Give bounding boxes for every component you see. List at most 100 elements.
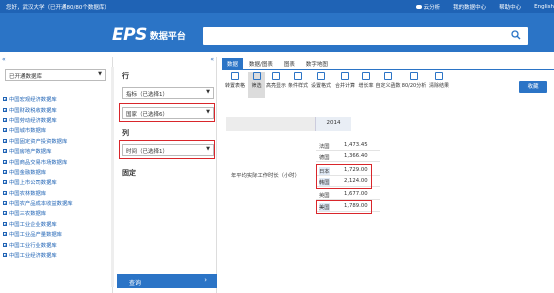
chevron-down-icon: ▼ <box>98 71 102 77</box>
english-link[interactable]: English <box>534 3 554 11</box>
expand-plus-icon[interactable]: + <box>3 117 7 122</box>
toolbar-merge-calc-button[interactable]: 合并计算 <box>333 72 357 98</box>
value-cell: 1,677.00 <box>344 191 368 197</box>
fixed-section-title: 固定 <box>122 169 136 177</box>
expand-plus-icon[interactable]: + <box>3 180 7 185</box>
tab-chart[interactable]: 图表 <box>279 58 300 69</box>
toolbar-conditional-style-button[interactable]: 条件样式 <box>287 72 309 98</box>
database-item[interactable]: + 中国商品交易市场数据库 <box>3 156 108 166</box>
country-cell: 德国 <box>319 155 330 161</box>
database-item[interactable]: + 中国工业企业数据库 <box>3 219 108 229</box>
expand-plus-icon[interactable]: + <box>3 190 7 195</box>
expand-plus-icon[interactable]: + <box>3 242 7 247</box>
toolbar-set-format-button[interactable]: 设置格式 <box>309 72 333 98</box>
expand-plus-icon[interactable]: + <box>3 138 7 143</box>
toolbar-clear-results-button[interactable]: 清除结果 <box>427 72 451 98</box>
database-item[interactable]: + 中国财政税收数据库 <box>3 104 108 114</box>
database-item[interactable]: + 中国农产品成本收益数据库 <box>3 198 108 208</box>
expand-plus-icon[interactable]: + <box>3 201 7 206</box>
help-center-link[interactable]: 帮助中心 <box>499 3 521 11</box>
expand-plus-icon[interactable]: + <box>3 107 7 112</box>
eps-logo[interactable]: EPS 数据平台 <box>112 25 186 45</box>
cloud-icon <box>415 5 422 9</box>
transpose-table-icon <box>231 72 239 80</box>
greeting-text: 您好，武汉大学（已开通80/80个数据库） <box>6 5 110 11</box>
database-item-label: 中国工业品产量数据库 <box>9 232 62 239</box>
query-button[interactable]: 查询 › <box>117 274 217 288</box>
expand-plus-icon[interactable]: + <box>3 97 7 102</box>
expand-plus-icon[interactable]: + <box>3 159 7 164</box>
my-data-center-link[interactable]: 我的数据中心 <box>453 3 486 11</box>
expand-plus-icon[interactable]: + <box>3 149 7 154</box>
expand-plus-icon[interactable]: + <box>3 211 7 216</box>
japan-korea-highlight <box>316 164 372 189</box>
database-item-label: 中国宏观经济数据库 <box>9 97 57 104</box>
collapse-panel-icon[interactable]: « <box>210 56 214 63</box>
database-item-label: 中国商品交易市场数据库 <box>9 159 68 166</box>
usa-highlight <box>316 200 372 214</box>
expand-plus-icon[interactable]: + <box>3 128 7 133</box>
database-item-label: 中国工业企业数据库 <box>9 221 57 228</box>
toolbar-label: 80/20分析 <box>401 83 427 89</box>
tab-digital-map[interactable]: 数字地图 <box>301 58 333 69</box>
collect-button[interactable]: 收藏 <box>519 81 547 93</box>
toolbar-label: 高亮显示 <box>265 83 286 89</box>
indicator-select[interactable]: 指标（已选择1） ▼ <box>122 87 214 99</box>
database-item-label: 中国劳动经济数据库 <box>9 117 57 124</box>
toolbar-pareto-analysis-button[interactable]: 80/20分析 <box>401 72 427 98</box>
expand-plus-icon[interactable]: + <box>3 169 7 174</box>
database-item[interactable]: + 中国农林数据库 <box>3 188 108 198</box>
value-cell: 1,366.40 <box>344 153 368 159</box>
database-item[interactable]: + 中国三农数据库 <box>3 208 108 218</box>
database-item[interactable]: + 中国房地产数据库 <box>3 146 108 156</box>
database-item-label: 中国农产品成本收益数据库 <box>9 201 73 208</box>
database-filter-select[interactable]: 已开通数据库 ▼ <box>5 69 106 81</box>
time-select-highlight <box>119 140 215 159</box>
database-item[interactable]: + 中国金融数据库 <box>3 167 108 177</box>
toolbar-label: 合并计算 <box>334 83 355 89</box>
toolbar-label: 筛选 <box>251 83 262 89</box>
top-bar: 您好，武汉大学（已开通80/80个数据库） 云分析 我的数据中心 帮助中心 En… <box>0 0 554 13</box>
toolbar-custom-function-button[interactable]: 自定义函数 <box>375 72 401 98</box>
toolbar-transpose-table-button[interactable]: 转置表格 <box>222 72 248 98</box>
database-item-label: 中国工业行业数据库 <box>9 242 57 249</box>
database-item[interactable]: + 中国劳动经济数据库 <box>3 115 108 125</box>
database-item[interactable]: + 中国工业经济数据库 <box>3 250 108 260</box>
database-item[interactable]: + 中国宏观经济数据库 <box>3 94 108 104</box>
toolbar-growth-rate-button[interactable]: 增长率 <box>357 72 375 98</box>
database-item[interactable]: + 中国工业行业数据库 <box>3 239 108 249</box>
filter-icon <box>252 72 261 80</box>
table-header-corner <box>226 117 315 131</box>
database-item[interactable]: + 中国上市公司数据库 <box>3 177 108 187</box>
sidebar-scrollbar[interactable] <box>111 67 114 287</box>
toolbar-label: 自定义函数 <box>375 83 401 89</box>
database-item-label: 中国三农数据库 <box>9 211 47 218</box>
cloud-analysis-link[interactable]: 云分析 <box>415 3 440 11</box>
toolbar-highlight-button[interactable]: 高亮显示 <box>265 72 287 98</box>
expand-plus-icon[interactable]: + <box>3 253 7 258</box>
search-icon[interactable] <box>511 30 521 40</box>
toolbar-filter-button[interactable]: 筛选 <box>248 72 265 98</box>
indicator-row-label: 年平均实际工作时长（小时） <box>231 173 300 179</box>
database-sidebar: « 已开通数据库 ▼ + 中国宏观经济数据库 + 中国财政税收数据库 + 中国劳动经济数据… <box>0 56 114 293</box>
country-cell: 英国 <box>319 193 330 199</box>
database-item[interactable]: + 中国固定资产投资数据库 <box>3 136 108 146</box>
indicator-select-value: 指标（已选择1） <box>126 92 168 98</box>
expand-plus-icon[interactable]: + <box>3 232 7 237</box>
view-tabs: 数据 数据/图表 图表 数字地图 <box>222 58 333 69</box>
database-item[interactable]: + 中国工业品产量数据库 <box>3 229 108 239</box>
value-cell: 1,473.45 <box>344 142 368 148</box>
collapse-sidebar-icon[interactable]: « <box>2 56 6 63</box>
tab-data-chart[interactable]: 数据/图表 <box>244 58 278 69</box>
database-item-label: 中国财政税收数据库 <box>9 107 57 114</box>
database-item[interactable]: + 中国城市数据库 <box>3 125 108 135</box>
database-item-label: 中国上市公司数据库 <box>9 180 57 187</box>
expand-plus-icon[interactable]: + <box>3 221 7 226</box>
top-links: 云分析 我的数据中心 帮助中心 English <box>415 3 554 11</box>
tab-data[interactable]: 数据 <box>222 58 244 69</box>
logo-text: EPS <box>112 25 147 45</box>
search-input[interactable] <box>203 27 528 45</box>
database-list: + 中国宏观经济数据库 + 中国财政税收数据库 + 中国劳动经济数据库 + 中国城市数据库 + 中… <box>3 94 108 260</box>
country-cell: 法国 <box>319 144 330 150</box>
data-toolbar: 转置表格 筛选 高亮显示 条件样式 设置格式 合并计算 增长率 自定义函数 80/20分析 清除结… <box>222 72 554 98</box>
